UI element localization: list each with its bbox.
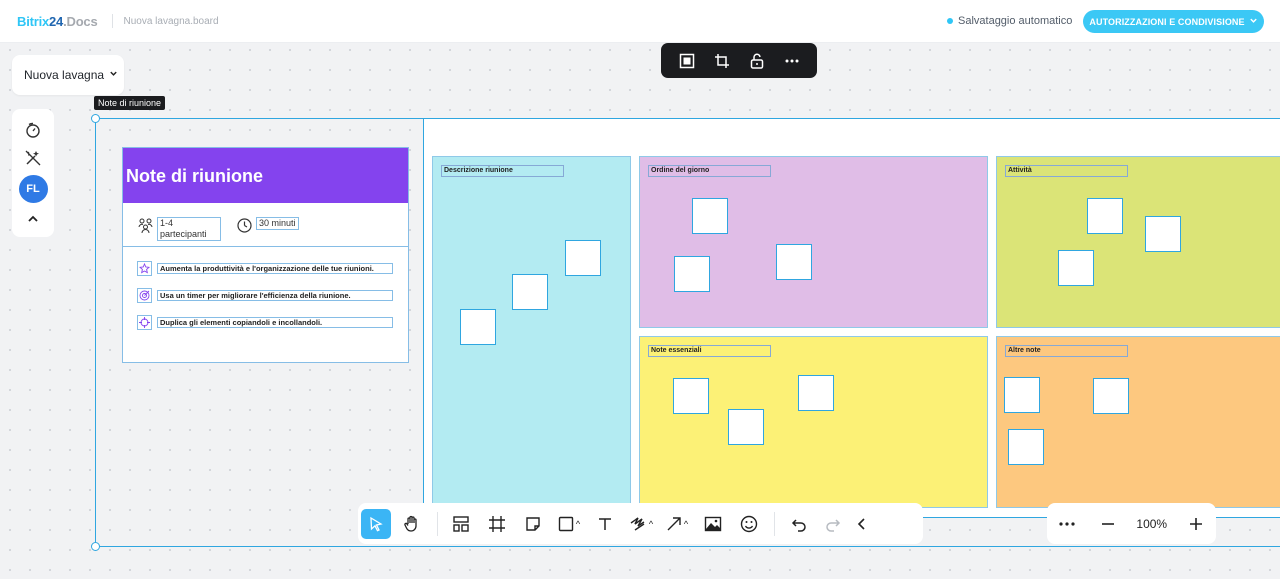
layout-tool-icon[interactable] [446, 509, 476, 539]
selection-toolbar [661, 43, 817, 78]
autosave-dot-icon [947, 18, 953, 24]
emoji-tool-icon[interactable] [734, 509, 764, 539]
bottom-toolbar: ^ ^ ^ [358, 503, 923, 544]
resize-handle[interactable] [91, 114, 100, 123]
board-selector[interactable]: Nuova lavagna [12, 55, 124, 95]
app-header: Bitrix24.Docs Nuova lavagna.board Salvat… [0, 0, 1280, 43]
toolbar-divider [774, 511, 775, 536]
chevron-down-icon [109, 69, 118, 81]
caret-up-icon: ^ [648, 518, 654, 529]
bitrix-logo[interactable]: Bitrix24.Docs [17, 14, 98, 29]
arrow-tool-icon[interactable]: ^ [662, 509, 692, 539]
document-name[interactable]: Nuova lavagna.board [124, 16, 219, 27]
image-tool-icon[interactable] [698, 509, 728, 539]
redo-icon[interactable] [819, 509, 849, 539]
zoom-in-icon[interactable] [1184, 512, 1208, 536]
sticky-note-tool-icon[interactable] [518, 509, 548, 539]
chevron-up-icon[interactable] [22, 209, 44, 230]
select-tool-icon[interactable] [361, 508, 391, 539]
frame-selection-outline [95, 118, 1280, 547]
zoom-panel: 100% [1047, 503, 1216, 544]
caret-up-icon: ^ [575, 518, 581, 529]
frame-name-tooltip: Note di riunione [94, 96, 166, 110]
unlock-icon[interactable] [746, 50, 768, 72]
resize-handle[interactable] [91, 542, 100, 551]
chevron-down-icon [1249, 16, 1258, 27]
frame-tool-icon[interactable] [482, 509, 512, 539]
text-tool-icon[interactable] [590, 509, 620, 539]
avatar[interactable]: FL [18, 175, 48, 203]
crop-icon[interactable] [711, 50, 733, 72]
more-icon[interactable] [781, 50, 803, 72]
left-tool-panel: FL [12, 109, 54, 237]
more-icon[interactable] [1055, 512, 1079, 536]
autosave-status: Salvataggio automatico [947, 15, 1072, 27]
hand-tool-icon[interactable] [397, 509, 427, 539]
magic-off-icon[interactable] [22, 147, 44, 168]
header-divider [111, 14, 113, 28]
zoom-level[interactable]: 100% [1136, 517, 1167, 531]
share-button[interactable]: AUTORIZZAZIONI E CONDIVISIONE [1083, 10, 1264, 33]
pen-tool-icon[interactable]: ^ [626, 509, 656, 539]
frame-icon[interactable] [676, 50, 698, 72]
collapse-chevron-icon[interactable] [855, 509, 869, 539]
caret-up-icon: ^ [683, 518, 689, 529]
undo-icon[interactable] [783, 509, 813, 539]
shape-tool-icon[interactable]: ^ [554, 509, 584, 539]
zoom-out-icon[interactable] [1096, 512, 1120, 536]
toolbar-divider [437, 511, 438, 536]
timer-icon[interactable] [22, 119, 44, 140]
